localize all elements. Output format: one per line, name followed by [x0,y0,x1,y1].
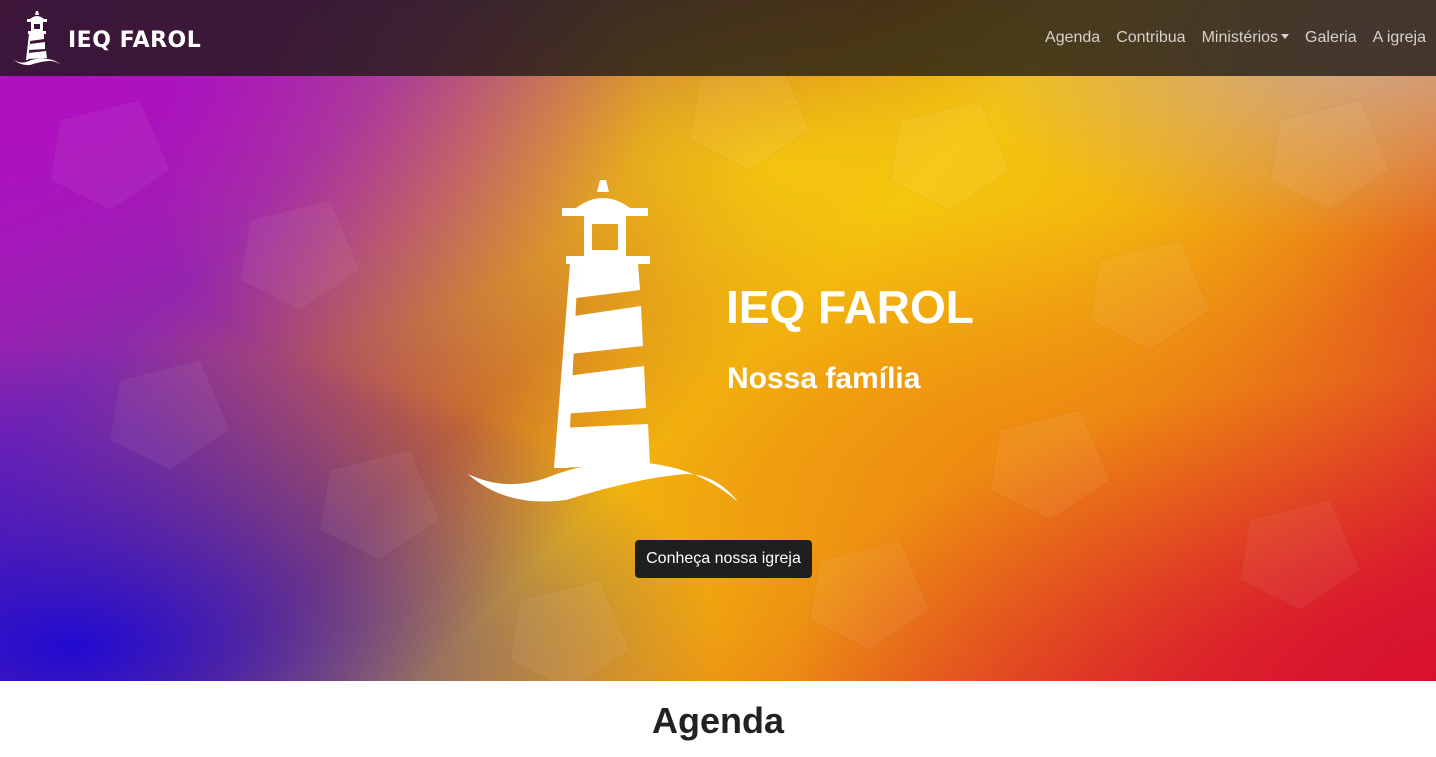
top-navbar: IEQ FAROL Agenda Contribua Ministérios G… [0,0,1436,76]
brand-link[interactable]: IEQ FAROL [12,10,201,66]
brand-name: IEQ FAROL [68,27,202,53]
lighthouse-icon [13,11,61,66]
nav-link-a-igreja[interactable]: A igreja [1373,29,1426,47]
hero-subtitle: Nossa família [727,362,921,395]
nav-links: Agenda Contribua Ministérios Galeria A i… [1045,29,1426,47]
nav-link-contribua[interactable]: Contribua [1116,29,1185,47]
hero-banner: IEQ FAROL Nossa família Conheça nossa ig… [0,0,1436,681]
nav-link-agenda[interactable]: Agenda [1045,29,1100,47]
hero-title: IEQ FAROL [726,281,974,333]
caret-down-icon [1281,34,1290,39]
lighthouse-icon [468,180,738,502]
nav-dropdown-label: Ministérios [1201,29,1279,46]
know-our-church-button[interactable]: Conheça nossa igreja [635,540,812,578]
nav-link-galeria[interactable]: Galeria [1305,29,1357,47]
agenda-section-heading: Agenda [651,700,784,741]
nav-dropdown-ministerios[interactable]: Ministérios [1201,29,1290,47]
